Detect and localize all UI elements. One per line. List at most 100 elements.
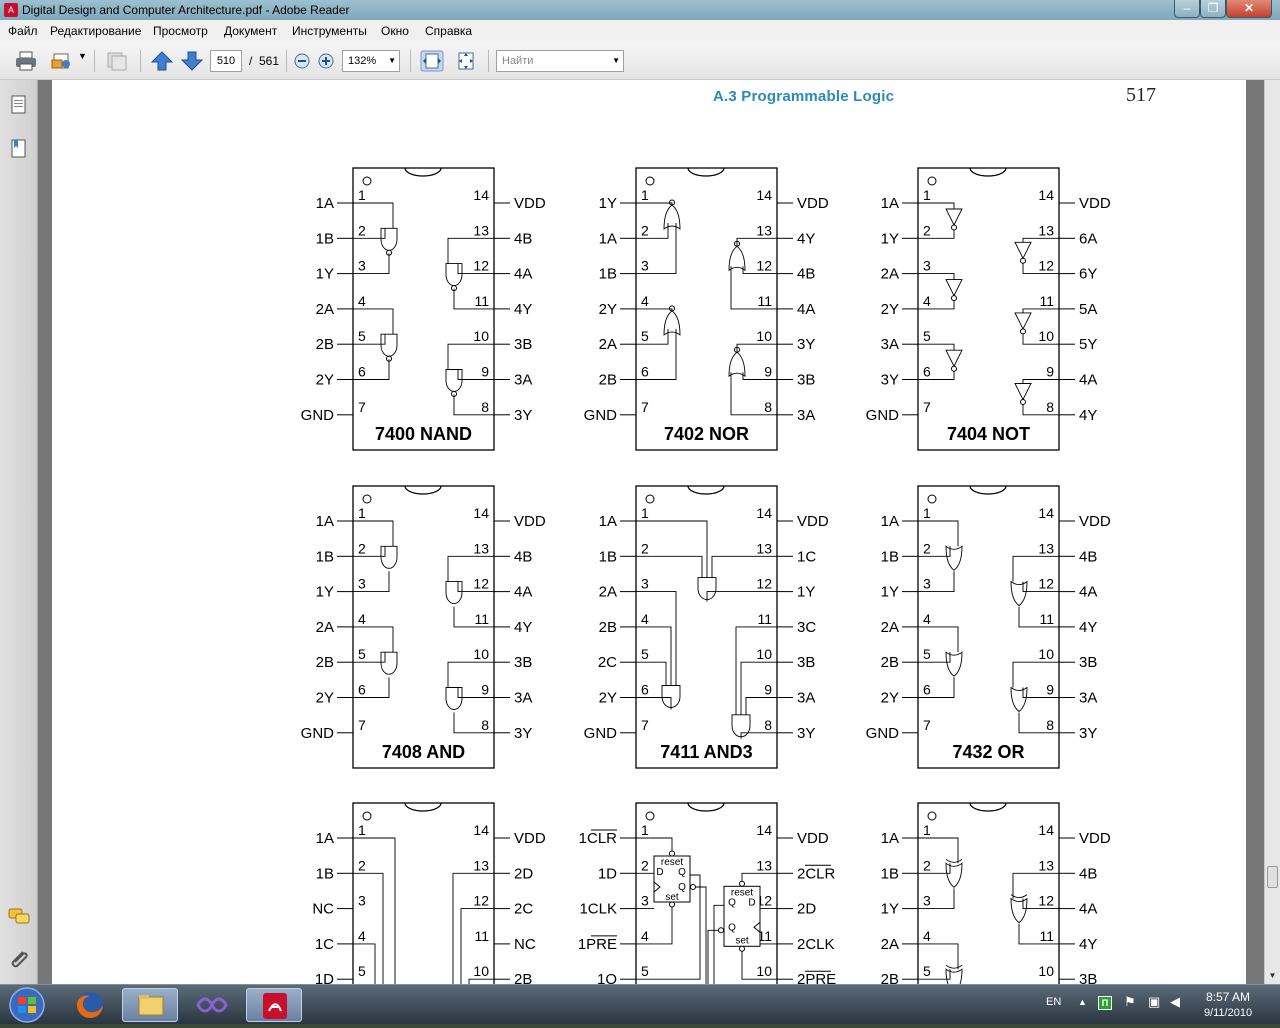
inversion-bubble bbox=[739, 945, 745, 952]
pin-number: 4 bbox=[641, 928, 649, 944]
pin-label: 1CLR bbox=[579, 830, 618, 847]
pin-number: 8 bbox=[1046, 399, 1054, 415]
chip-title: 7400 NAND bbox=[375, 424, 472, 444]
menu-help[interactable]: Справка bbox=[425, 24, 472, 38]
pin-number: 13 bbox=[473, 540, 489, 556]
maximize-button[interactable]: ❐ bbox=[1200, 0, 1226, 18]
menu-view[interactable]: Просмотр bbox=[153, 24, 208, 38]
pin-number: 14 bbox=[756, 187, 772, 203]
email-dropdown-icon[interactable]: ▼ bbox=[78, 51, 87, 61]
pin-number: 8 bbox=[764, 399, 772, 415]
tray-app-icon[interactable]: П bbox=[1098, 996, 1112, 1010]
menu-document[interactable]: Документ bbox=[224, 24, 277, 38]
pin-1-marker bbox=[362, 176, 372, 186]
pin-label: 3B bbox=[797, 372, 815, 389]
pin-number: 1 bbox=[641, 187, 649, 203]
pin-label: 1A bbox=[316, 513, 334, 530]
chip-partial-7: 1CLR 11D 21CLK 31PRE 41Q 5VDD142CLR132D122CLK… bbox=[578, 802, 836, 984]
pin-number: 10 bbox=[756, 328, 772, 344]
page-number-input[interactable]: 510 bbox=[210, 50, 242, 72]
title-bar[interactable]: A Digital Design and Computer Architectu… bbox=[0, 0, 1280, 20]
windows-start-icon[interactable] bbox=[4, 986, 50, 1024]
vertical-scrollbar[interactable]: ▼ bbox=[1264, 80, 1280, 984]
pin-label: 3A bbox=[797, 690, 815, 707]
pages-panel-icon[interactable] bbox=[9, 94, 29, 116]
chip-7400-nand: 1A 1 1B 2 1Y 3 2A 4 2B 5 2Y 6 GND 7 VDD 14 4B 13 4A 12 4Y 11 3… bbox=[301, 167, 546, 451]
tray-expand-icon[interactable]: ▲ bbox=[1078, 997, 1087, 1007]
pin-1-marker bbox=[362, 811, 372, 821]
pin-number: 11 bbox=[1039, 928, 1054, 944]
close-button[interactable]: ✕ bbox=[1226, 0, 1272, 18]
chip-7402-nor: 1Y 1 1A 2 1B 3 2Y 4 2A 5 2B 6 GND 7 VDD 14 4Y 13 4B 12 4A 11 3… bbox=[584, 167, 829, 451]
clock-date[interactable]: 9/11/2010 bbox=[1188, 1007, 1268, 1019]
tray-flag-icon[interactable]: ⚑ bbox=[1124, 994, 1136, 1010]
pin-number: 4 bbox=[358, 611, 366, 627]
pin-1-marker bbox=[645, 176, 655, 186]
pin-label: 4A bbox=[514, 266, 532, 283]
inversion-bubble bbox=[690, 884, 696, 890]
zoom-in-icon[interactable] bbox=[316, 50, 336, 72]
pin-number: 14 bbox=[473, 505, 489, 521]
zoom-select[interactable]: 132% ▼ bbox=[342, 50, 400, 72]
language-indicator[interactable]: EN bbox=[1046, 996, 1061, 1008]
chip-7432-or: 1A 1 1B 2 1Y 3 2A 4 2B 5 2Y 6 GND 7 VDD 14 4B 13 4A 12 4Y 11 3… bbox=[866, 485, 1111, 769]
firefox-taskbar-button[interactable] bbox=[62, 988, 118, 1022]
pin-number: 12 bbox=[473, 576, 489, 592]
toolbar-separator bbox=[140, 50, 141, 72]
pin-label: 2D bbox=[514, 865, 533, 882]
pin-number: 1 bbox=[358, 187, 366, 203]
adobe-reader-taskbar-button[interactable] bbox=[246, 988, 302, 1022]
pin-number: 10 bbox=[473, 328, 489, 344]
and-gate-symbol bbox=[380, 227, 398, 251]
fit-width-icon[interactable] bbox=[454, 50, 478, 72]
print-icon[interactable] bbox=[14, 50, 38, 72]
ff-d-label: D bbox=[748, 897, 755, 908]
scrollbar-thumb[interactable] bbox=[1267, 866, 1278, 888]
and-gate-symbol bbox=[445, 687, 463, 710]
collaborate-icon[interactable] bbox=[104, 50, 128, 72]
menu-edit[interactable]: Редактирование bbox=[50, 24, 141, 38]
tray-network-icon[interactable]: ▣ bbox=[1148, 994, 1160, 1010]
fit-page-icon[interactable] bbox=[420, 50, 444, 72]
attachments-icon[interactable] bbox=[7, 948, 31, 970]
comments-icon[interactable] bbox=[7, 906, 31, 928]
pin-number: 2 bbox=[358, 540, 366, 556]
menu-tools[interactable]: Инструменты bbox=[292, 24, 367, 38]
menu-file[interactable]: Файл bbox=[8, 24, 38, 38]
toolbar-separator bbox=[94, 50, 95, 72]
pin-number: 1 bbox=[923, 505, 931, 521]
zoom-value: 132% bbox=[348, 55, 377, 67]
zoom-out-icon[interactable] bbox=[292, 50, 312, 72]
pin-label: 3A bbox=[514, 372, 532, 389]
scroll-down-icon[interactable]: ▼ bbox=[1265, 968, 1280, 984]
minimize-button[interactable]: ‒ bbox=[1174, 0, 1200, 18]
visual-studio-taskbar-button[interactable] bbox=[184, 988, 240, 1022]
prev-page-icon[interactable] bbox=[150, 50, 174, 72]
pin-number: 7 bbox=[923, 399, 931, 415]
pin-number: 8 bbox=[481, 717, 489, 733]
pin-number: 3 bbox=[923, 893, 931, 909]
pin-label: 1A bbox=[316, 195, 334, 212]
bookmarks-icon[interactable] bbox=[9, 138, 29, 160]
next-page-icon[interactable] bbox=[180, 50, 204, 72]
pin-label: 2B bbox=[599, 372, 617, 389]
pin-label: 3A bbox=[881, 336, 899, 353]
pin-label: 3Y bbox=[881, 372, 899, 389]
menu-window[interactable]: Окно bbox=[381, 24, 409, 38]
visual-studio-icon bbox=[196, 997, 228, 1013]
explorer-taskbar-button[interactable] bbox=[122, 988, 178, 1022]
pin-label: 2B bbox=[316, 654, 334, 671]
pin-label: 3C bbox=[797, 619, 816, 636]
pin-label: 1D bbox=[598, 865, 617, 882]
clock-time[interactable]: 8:57 AM bbox=[1188, 990, 1268, 1004]
pin-label: 2A bbox=[881, 936, 899, 953]
adobe-reader-window: A Digital Design and Computer Architectu… bbox=[0, 0, 1280, 984]
tray-volume-icon[interactable]: ◀ bbox=[1170, 994, 1180, 1010]
pin-label: 1Y bbox=[316, 266, 334, 283]
email-icon[interactable] bbox=[50, 50, 74, 72]
search-input[interactable]: Найти ▼ bbox=[496, 50, 624, 72]
document-area[interactable]: A.3 Programmable Logic 517 1A 1 1B 2 1Y 3 2A 4 2… bbox=[38, 80, 1264, 984]
pin-label: 3A bbox=[797, 407, 815, 424]
chevron-down-icon: ▼ bbox=[612, 56, 620, 65]
explorer-icon bbox=[138, 995, 164, 1016]
